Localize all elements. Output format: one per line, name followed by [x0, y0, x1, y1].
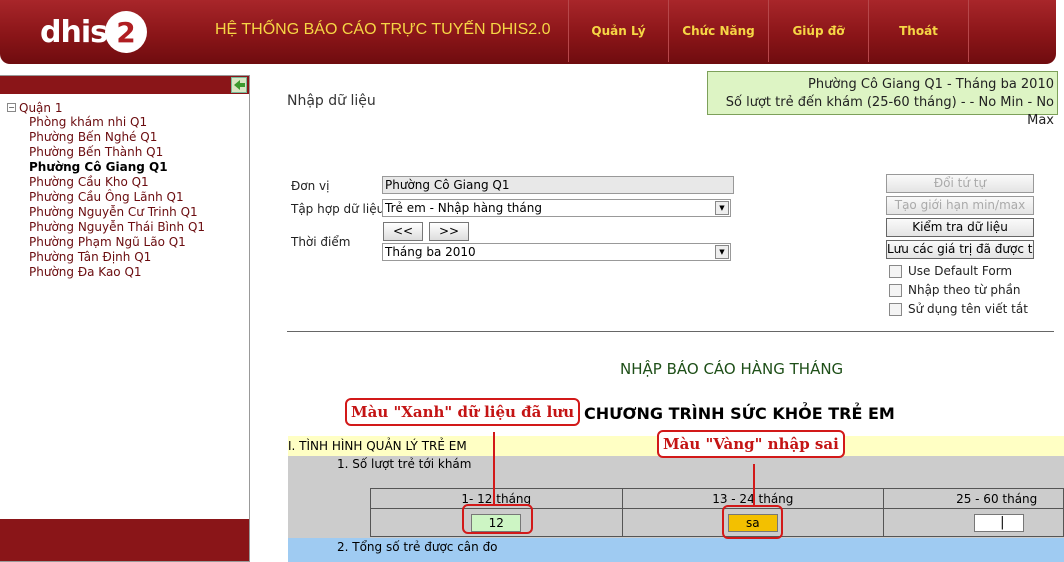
org-unit-sidebar: − Quận 1 Phòng khám nhi Q1 Phường Bến Ng… [0, 75, 250, 562]
period-select[interactable]: Tháng ba 2010 ▼ [382, 243, 731, 261]
info-field-minmax: Số lượt trẻ đến khám (25-60 tháng) - - N… [725, 95, 1054, 128]
tree-root-node[interactable]: − Quận 1 [7, 100, 249, 115]
generate-minmax-button[interactable]: Tạo giới hạn min/max [886, 196, 1034, 215]
sidebar-toolbar [0, 76, 249, 94]
tree-item[interactable]: Phường Phạm Ngũ Lão Q1 [7, 235, 249, 250]
tree-item[interactable]: Phường Nguyễn Thái Bình Q1 [7, 220, 249, 235]
enter-by-section-label: Nhập theo từ phần [908, 283, 1021, 297]
logo-text: dhis [40, 14, 108, 50]
green-saved-callout: Màu "Xanh" dữ liệu đã lưu [345, 398, 581, 426]
nav-help[interactable]: Giúp đỡ [768, 0, 868, 62]
text-caret: | [1000, 515, 1005, 530]
previous-period-button[interactable]: << [383, 222, 423, 241]
nav-functions[interactable]: Chức Năng [668, 0, 768, 62]
use-default-form-label: Use Default Form [908, 264, 1013, 278]
tree-item[interactable]: Phường Nguyễn Cư Trinh Q1 [7, 205, 249, 220]
next-period-button[interactable]: >> [429, 222, 469, 241]
sidebar-footer [0, 519, 249, 561]
chevron-down-icon[interactable]: ▼ [715, 245, 729, 259]
yellow-callout-pointer [753, 464, 755, 506]
dataset-select-value: Trẻ em - Nhập hàng tháng [385, 201, 542, 215]
use-short-names-checkbox[interactable]: Sử dụng tên viết tắt [889, 302, 1028, 316]
sort-order-button[interactable]: Đổi tứ tự [886, 174, 1034, 193]
tree-item[interactable]: Phường Bến Nghé Q1 [7, 130, 249, 145]
app-header: dhis 2 HỆ THỐNG BÁO CÁO TRỰC TUYẾN DHIS2… [0, 0, 1056, 64]
logo-badge-number: 2 [116, 15, 136, 49]
use-short-names-label: Sử dụng tên viết tắt [908, 302, 1028, 316]
tree-item[interactable]: Phường Cầu Kho Q1 [7, 175, 249, 190]
system-title: HỆ THỐNG BÁO CÁO TRỰC TUYẾN DHIS2.0 [215, 21, 551, 38]
validate-data-button[interactable]: Kiểm tra dữ liệu [886, 218, 1034, 237]
period-select-value: Tháng ba 2010 [385, 245, 476, 259]
unit-label: Đơn vị [291, 179, 330, 193]
cell-25-60: | [883, 508, 1064, 537]
tree-item[interactable]: Phường Tân Định Q1 [7, 250, 249, 265]
dataset-label: Tập hợp dữ liệu [291, 202, 385, 216]
green-input-highlight [462, 504, 533, 534]
chevron-down-icon[interactable]: ▼ [715, 201, 729, 215]
org-unit-tree: − Quận 1 Phòng khám nhi Q1 Phường Bến Ng… [0, 94, 249, 280]
collapse-left-arrow-icon[interactable] [231, 77, 247, 93]
nav-logout[interactable]: Thoát [868, 0, 968, 62]
yellow-error-callout: Màu "Vàng" nhập sai [657, 430, 845, 458]
logo-badge: 2 [104, 11, 147, 53]
save-values-button[interactable]: Lưu các giá trị đã được tín [886, 240, 1034, 259]
tree-collapse-icon[interactable]: − [7, 103, 16, 112]
info-org-period: Phường Cô Giang Q1 - Tháng ba 2010 [808, 77, 1054, 92]
report-title: NHẬP BÁO CÁO HÀNG THÁNG [620, 360, 844, 378]
subsection-1-label: 1. Số lượt trẻ tới khám [337, 457, 472, 471]
program-title: CHƯƠNG TRÌNH SỨC KHỎE TRẺ EM [584, 404, 895, 423]
tree-item[interactable]: Phường Bến Thành Q1 [7, 145, 249, 160]
enter-by-section-checkbox[interactable]: Nhập theo từ phần [889, 283, 1021, 297]
green-callout-pointer [493, 432, 495, 505]
unit-field: Phường Cô Giang Q1 [382, 176, 734, 194]
tree-item[interactable]: Phòng khám nhi Q1 [7, 115, 249, 130]
tree-item[interactable]: Phường Đa Kao Q1 [7, 265, 249, 280]
dhis2-logo: dhis 2 [40, 10, 147, 54]
checkbox-box[interactable] [889, 264, 902, 278]
use-default-form-checkbox[interactable]: Use Default Form [889, 264, 1012, 278]
section-divider [287, 331, 1054, 332]
subsection-2-label: 2. Tổng số trẻ được cân đo [337, 540, 498, 554]
page-title: Nhập dữ liệu [287, 93, 376, 109]
tree-item-selected[interactable]: Phường Cô Giang Q1 [7, 160, 249, 175]
checkbox-box[interactable] [889, 283, 902, 297]
dataset-select[interactable]: Trẻ em - Nhập hàng tháng ▼ [382, 199, 731, 217]
nav-spacer [968, 0, 1056, 62]
tree-item[interactable]: Phường Cầu Ông Lãnh Q1 [7, 190, 249, 205]
current-field-info-box: Phường Cô Giang Q1 - Tháng ba 2010 Số lư… [707, 71, 1058, 128]
checkbox-box[interactable] [889, 302, 902, 316]
tree-root-label: Quận 1 [19, 100, 63, 115]
period-label: Thời điểm [291, 235, 351, 249]
yellow-input-highlight [722, 505, 783, 539]
nav-manage[interactable]: Quản Lý [568, 0, 668, 62]
column-header: 25 - 60 tháng [883, 488, 1064, 509]
